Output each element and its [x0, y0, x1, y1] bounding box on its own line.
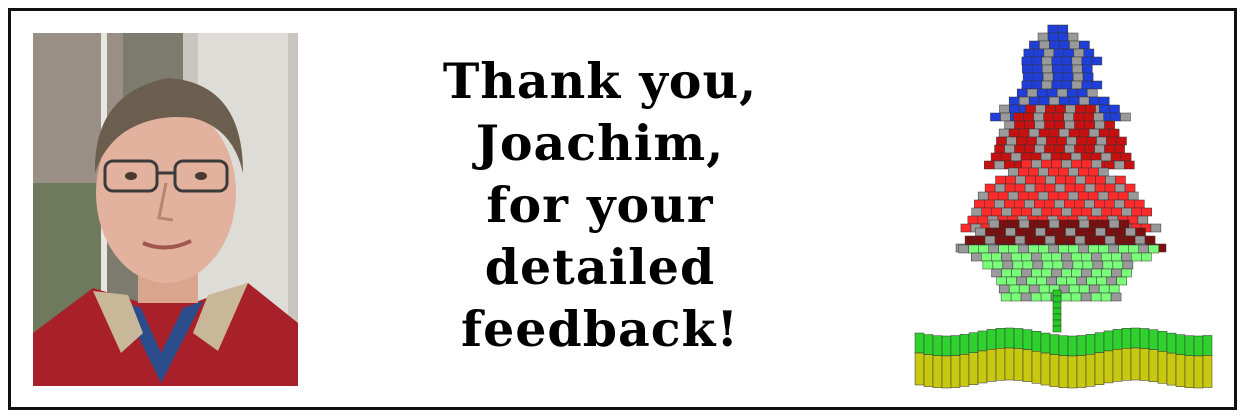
portrait-icon [33, 33, 298, 386]
christmas-tree-icon [914, 24, 1213, 389]
thank-you-message: Thank you, Joachim, for your detailed fe… [350, 45, 850, 365]
message-line: Joachim, [475, 114, 725, 172]
message-line: detailed [484, 238, 716, 296]
message-line: Thank you, [442, 52, 758, 110]
portrait-photo [33, 33, 298, 386]
message-line: feedback! [461, 300, 739, 358]
message-line: for your [486, 176, 714, 234]
christmas-tree-graphic [910, 20, 1220, 392]
